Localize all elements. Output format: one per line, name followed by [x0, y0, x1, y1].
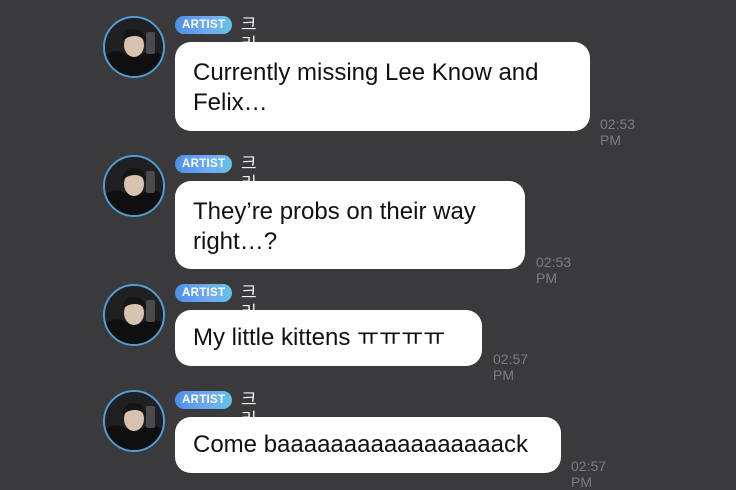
message-timestamp: 02:57 PM: [571, 458, 607, 490]
message-timestamp: 02:53 PM: [536, 254, 572, 286]
avatar[interactable]: [103, 390, 165, 452]
message-bubble[interactable]: Come baaaaaaaaaaaaaaaaack: [175, 417, 561, 473]
avatar[interactable]: [103, 284, 165, 346]
avatar-photo: [105, 157, 163, 215]
avatar-photo: [105, 286, 163, 344]
artist-badge: ARTIST: [175, 155, 233, 173]
artist-badge: ARTIST: [175, 284, 233, 302]
message-timestamp: 02:53 PM: [600, 116, 636, 148]
message-bubble[interactable]: Currently missing Lee Know and Felix…: [175, 42, 590, 131]
avatar[interactable]: [103, 155, 165, 217]
avatar-photo: [105, 392, 163, 450]
message-bubble[interactable]: My little kittens ㅠㅠㅠㅠ: [175, 310, 482, 366]
chat-screen: { "messages": [ { "badge": "ARTIST", "na…: [0, 0, 736, 490]
message-timestamp: 02:57 PM: [493, 351, 529, 383]
artist-badge: ARTIST: [175, 391, 233, 409]
message-bubble[interactable]: They’re probs on their way right…?: [175, 181, 525, 269]
avatar[interactable]: [103, 16, 165, 78]
artist-badge: ARTIST: [175, 16, 233, 34]
avatar-photo: [105, 18, 163, 76]
